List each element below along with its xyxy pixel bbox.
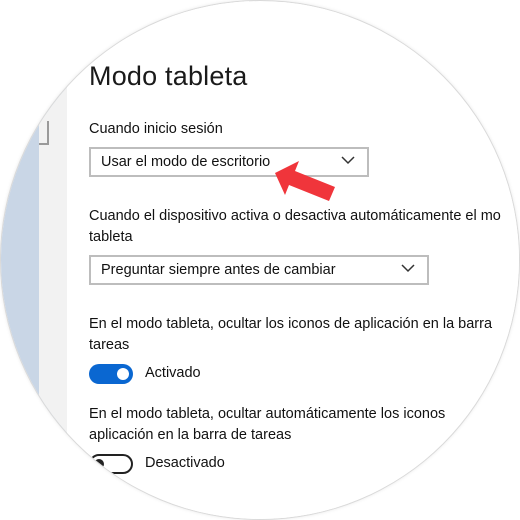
auto-hide-icons-label-line2: aplicación en la barra de tareas: [89, 427, 292, 443]
toggle-knob: [117, 368, 129, 380]
auto-switch-dropdown[interactable]: Preguntar siempre antes de cambiar: [89, 255, 429, 285]
hide-icons-toggle[interactable]: [89, 364, 133, 384]
auto-switch-value: Preguntar siempre antes de cambiar: [101, 262, 336, 278]
settings-content: Modo tableta Cuando inicio sesión Usar e…: [67, 1, 519, 519]
sidebar: [1, 1, 67, 519]
signin-label: Cuando inicio sesión: [89, 121, 223, 137]
toggle-knob: [94, 459, 104, 469]
chevron-down-icon: [401, 264, 415, 273]
auto-hide-icons-toggle[interactable]: [89, 454, 133, 474]
red-arrow-icon: [275, 161, 335, 201]
page-title: Modo tableta: [89, 61, 248, 91]
signin-mode-value: Usar el modo de escritorio: [101, 154, 271, 170]
sidebar-scroll-indicator: [39, 121, 49, 145]
hide-icons-toggle-state: Activado: [145, 365, 201, 381]
sidebar-panel: [39, 1, 67, 519]
magnifier-lens: Modo tableta Cuando inicio sesión Usar e…: [1, 1, 519, 519]
auto-hide-icons-label-line1: En el modo tableta, ocultar automáticame…: [89, 406, 446, 422]
hide-icons-label-line1: En el modo tableta, ocultar los iconos d…: [89, 316, 493, 332]
auto-switch-label-line2: tableta: [89, 229, 133, 245]
auto-hide-icons-toggle-state: Desactivado: [145, 455, 225, 471]
hide-icons-label-line2: tareas: [89, 337, 130, 353]
